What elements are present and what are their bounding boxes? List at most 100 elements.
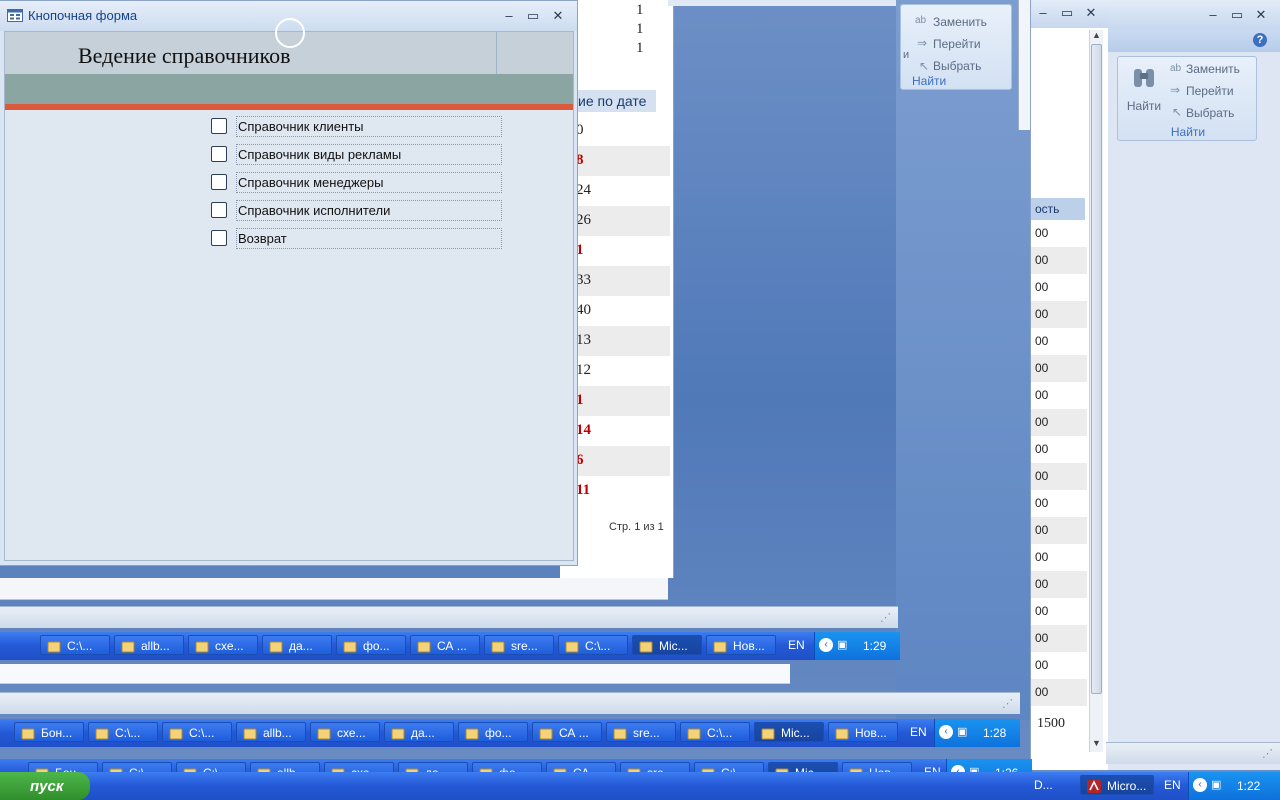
taskbar-button[interactable]: sre... [606, 722, 676, 742]
taskbar-button[interactable]: Бон... [14, 722, 84, 742]
taskbar-button[interactable]: C:\... [88, 722, 158, 742]
taskbar-button[interactable]: фо... [336, 635, 406, 655]
scroll-up-icon[interactable]: ▲ [1092, 30, 1101, 40]
menu-item-checkbox[interactable] [211, 118, 227, 134]
window-title: Кнопочная форма [28, 8, 138, 23]
taskbar-button[interactable]: схе... [188, 635, 258, 655]
menu-item-checkbox[interactable] [211, 202, 227, 218]
network-icon[interactable]: ▣ [957, 725, 967, 738]
resize-grip-icon[interactable]: ⋰ [1262, 747, 1273, 760]
taskbar-button[interactable]: схе... [310, 722, 380, 742]
taskbar-app-icon [465, 726, 479, 740]
replace-button[interactable]: Заменить [933, 15, 987, 29]
taskbar-app-icon [713, 639, 727, 653]
right-row: 00 [1031, 355, 1087, 382]
right-value: 00 [1035, 658, 1049, 672]
goto-button[interactable]: Перейти [1186, 84, 1234, 98]
right-value: 00 [1035, 388, 1049, 402]
network-icon[interactable]: ▣ [837, 638, 847, 651]
right-value: 00 [1035, 334, 1049, 348]
menu-item-button[interactable]: Справочник виды рекламы [236, 144, 502, 165]
taskbar-button[interactable]: Нов... [706, 635, 776, 655]
taskbar-app-icon [95, 726, 109, 740]
taskbar-button-label: C:\... [115, 726, 141, 740]
taskbar-button[interactable]: СА ... [532, 722, 602, 742]
close-icon[interactable]: ✕ [1081, 5, 1101, 21]
taskbar-button-label: да... [289, 639, 313, 653]
taskbar-fragment: D... [1034, 778, 1053, 792]
menu-item-checkbox[interactable] [211, 174, 227, 190]
taskbar-button[interactable]: allb... [236, 722, 306, 742]
tray-chevron-icon[interactable]: ‹ [819, 638, 833, 652]
taskbar-button-label: фо... [485, 726, 512, 740]
resize-grip-icon[interactable]: ⋰ [880, 611, 891, 624]
taskbar-app-icon [417, 639, 431, 653]
select-button[interactable]: Выбрать [1186, 106, 1234, 120]
find-button[interactable]: Найти [1124, 61, 1164, 119]
taskbar-button[interactable]: Mic... [754, 722, 824, 742]
maximize-icon[interactable]: ▭ [1057, 5, 1077, 21]
taskbar-button[interactable]: СА ... [410, 635, 480, 655]
taskbar-button-access[interactable]: Micro... [1080, 775, 1154, 795]
form-icon [7, 9, 23, 22]
vertical-scrollbar[interactable]: ▲ ▼ [1089, 30, 1103, 752]
ribbon-find-group-label: Найти [1170, 125, 1206, 139]
menu-item-checkbox[interactable] [211, 230, 227, 246]
menu-item-button[interactable]: Возврат [236, 228, 502, 249]
taskbar-button[interactable]: C:\... [162, 722, 232, 742]
resize-grip-icon[interactable]: ⋰ [1002, 697, 1013, 710]
right-datasheet-titlebar: – ▭ ✕ [1031, 0, 1109, 28]
language-indicator[interactable]: EN [910, 725, 927, 739]
minimize-icon[interactable]: – [499, 8, 519, 24]
clock[interactable]: 1:29 [863, 639, 886, 653]
language-indicator[interactable]: EN [788, 638, 805, 652]
replace-button[interactable]: Заменить [1186, 62, 1240, 76]
right-row: 00 [1031, 274, 1087, 301]
taskbar-button[interactable]: да... [262, 635, 332, 655]
taskbar-button[interactable]: фо... [458, 722, 528, 742]
help-icon[interactable]: ? [1253, 33, 1267, 47]
menu-item-checkbox[interactable] [211, 146, 227, 162]
tray-chevron-icon[interactable]: ‹ [939, 725, 953, 739]
clock[interactable]: 1:22 [1237, 779, 1260, 793]
scroll-thumb[interactable] [1091, 44, 1102, 694]
right-value: 00 [1035, 469, 1049, 483]
taskbar-button-label: схе... [215, 639, 244, 653]
taskbar-1: C:\... allb... схе... да... фо... СА ... sre..… [0, 632, 900, 660]
network-icon[interactable]: ▣ [1211, 778, 1221, 791]
minimize-icon[interactable]: – [1203, 7, 1223, 23]
goto-button[interactable]: Перейти [933, 37, 981, 51]
select-button[interactable]: Выбрать [933, 59, 981, 73]
system-tray: ‹ ▣ 1:22 [1188, 772, 1280, 800]
right-value: 00 [1035, 361, 1049, 375]
taskbar-button[interactable]: C:\... [558, 635, 628, 655]
maximize-icon[interactable]: ▭ [1227, 7, 1247, 23]
clock[interactable]: 1:28 [983, 726, 1006, 740]
close-icon[interactable]: ✕ [548, 8, 568, 24]
menu-item-button[interactable]: Справочник клиенты [236, 116, 502, 137]
menu-item-button[interactable]: Справочник менеджеры [236, 172, 502, 193]
maximize-icon[interactable]: ▭ [523, 8, 543, 24]
taskbar-button-label: C:\... [585, 639, 611, 653]
taskbar-button[interactable]: Нов... [828, 722, 898, 742]
report-top-value-1: 1 [636, 2, 644, 18]
menu-item-button[interactable]: Справочник исполнители [236, 200, 502, 221]
right-row: 00 [1031, 301, 1087, 328]
taskbar-button[interactable]: C:\... [680, 722, 750, 742]
tray-chevron-icon[interactable]: ‹ [1193, 778, 1207, 792]
close-icon[interactable]: ✕ [1251, 7, 1271, 23]
minimize-icon[interactable]: – [1033, 5, 1053, 21]
taskbar-button-label: Mic... [781, 726, 810, 740]
taskbar-button[interactable]: C:\... [40, 635, 110, 655]
scroll-down-icon[interactable]: ▼ [1092, 738, 1101, 748]
start-button[interactable]: пуск [0, 772, 90, 800]
taskbar-app-icon [269, 639, 283, 653]
taskbar-button[interactable]: Mic... [632, 635, 702, 655]
right-row: 00 [1031, 382, 1087, 409]
taskbar-button-label: Бон... [41, 726, 73, 740]
language-indicator[interactable]: EN [1164, 778, 1181, 792]
taskbar-button[interactable]: sre... [484, 635, 554, 655]
taskbar-button[interactable]: allb... [114, 635, 184, 655]
taskbar-app-icon [243, 726, 257, 740]
taskbar-button[interactable]: да... [384, 722, 454, 742]
